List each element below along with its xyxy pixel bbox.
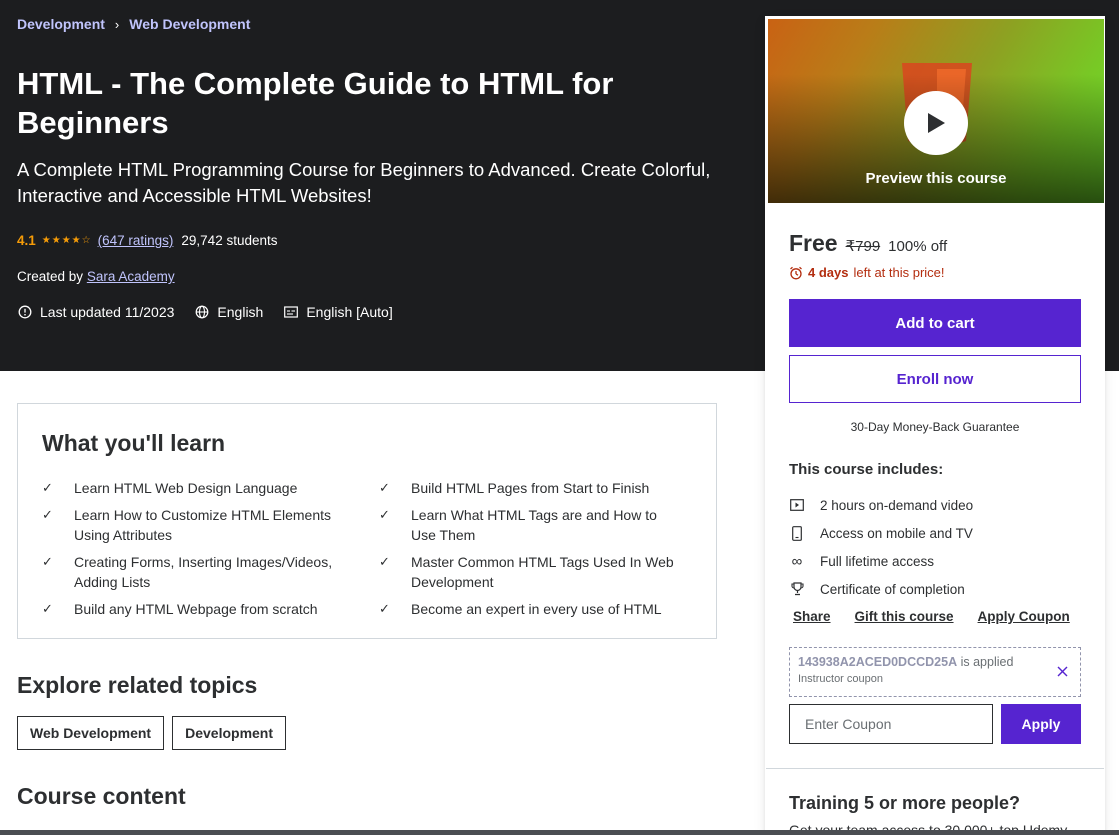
- list-item: Certificate of completion: [789, 575, 973, 603]
- course-preview[interactable]: Preview this course: [768, 19, 1104, 203]
- gift-course-link[interactable]: Gift this course: [855, 609, 954, 624]
- created-by: Created by Sara Academy: [17, 269, 175, 284]
- created-by-label: Created by: [17, 269, 84, 284]
- list-item: ✓ Master Common HTML Tags Used In Web Dev…: [379, 554, 674, 590]
- rating-row: 4.1 ★★★★☆ (647 ratings) 29,742 students: [17, 233, 277, 248]
- list-item: ✓ Become an expert in every use of HTML: [379, 601, 662, 617]
- check-icon: ✓: [379, 507, 390, 522]
- includes-list: 2 hours on-demand video Access on mobile…: [789, 491, 973, 603]
- course-subtitle: A Complete HTML Programming Course for B…: [17, 159, 711, 206]
- check-icon: ✓: [42, 507, 53, 522]
- related-topics-title: Explore related topics: [17, 672, 258, 698]
- course-captions: English [Auto]: [306, 304, 393, 320]
- course-meta: Last updated 11/2023 English English [Au…: [17, 304, 393, 320]
- coupon-code: 143938A2ACED0DCCD25A: [798, 655, 958, 669]
- money-back-guarantee: 30-Day Money-Back Guarantee: [850, 420, 1020, 434]
- preview-label: Preview this course: [865, 170, 1007, 187]
- instructor-link[interactable]: Sara Academy: [87, 269, 175, 284]
- related-topics: Web Development Development: [17, 716, 287, 750]
- alarm-clock-icon: [790, 266, 802, 279]
- applied-coupon: 143938A2ACED0DCCD25A is applied Instruct…: [789, 647, 1081, 697]
- check-icon: ✓: [379, 554, 390, 569]
- bottom-scrollbar[interactable]: [0, 830, 1119, 835]
- breadcrumb: Development › Web Development: [17, 16, 250, 32]
- current-price: Free: [789, 230, 838, 256]
- timer-text: left at this price!: [853, 265, 945, 280]
- course-language: English: [217, 304, 264, 320]
- infinity-icon: ∞: [791, 552, 803, 570]
- alert-clock-icon: [17, 305, 32, 320]
- add-to-cart-button[interactable]: Add to cart: [789, 299, 1081, 347]
- course-content-title: Course content: [17, 783, 186, 809]
- play-icon: [928, 113, 945, 133]
- includes-title: This course includes:: [789, 461, 944, 478]
- list-item: ✓ Creating Forms, Inserting Images/Videos…: [42, 554, 333, 590]
- video-icon: [789, 497, 805, 513]
- check-icon: ✓: [42, 480, 53, 495]
- list-item: ✓ Learn How to Customize HTML Elements Us…: [42, 507, 332, 543]
- check-icon: ✓: [42, 554, 53, 569]
- trophy-icon: [789, 581, 805, 597]
- what-youll-learn: What you'll learn ✓ Learn HTML Web Design…: [17, 403, 717, 639]
- apply-coupon-button[interactable]: Apply: [1001, 704, 1081, 744]
- enroll-now-button[interactable]: Enroll now: [789, 355, 1081, 403]
- check-icon: ✓: [379, 480, 390, 495]
- mobile-icon: [789, 525, 805, 541]
- star-rating-icon: ★★★★☆: [41, 235, 92, 246]
- learn-list: ✓ Learn HTML Web Design Language ✓ Build H…: [42, 478, 692, 619]
- discount-percent: 100% off: [888, 238, 948, 255]
- list-item: ✓ Build any HTML Webpage from scratch: [42, 601, 318, 617]
- share-link[interactable]: Share: [793, 609, 831, 624]
- coupon-type: Instructor coupon: [798, 673, 883, 685]
- coupon-applied-text: is applied: [960, 655, 1014, 669]
- purchase-card: Preview this course Free ₹799 100% off 4…: [765, 16, 1105, 835]
- globe-icon: [194, 305, 209, 320]
- coupon-input[interactable]: [789, 704, 993, 744]
- play-button[interactable]: [904, 91, 968, 155]
- timer-days: 4 days: [808, 265, 849, 280]
- captions-icon: [283, 305, 298, 320]
- breadcrumb-web-development[interactable]: Web Development: [129, 16, 250, 32]
- original-price: ₹799: [845, 238, 881, 255]
- check-icon: ✓: [42, 601, 53, 616]
- chevron-right-icon: ›: [114, 16, 120, 32]
- course-title: HTML - The Complete Guide to HTML for Be…: [17, 66, 614, 140]
- students-count: 29,742 students: [181, 233, 278, 248]
- list-item: 2 hours on-demand video: [789, 491, 973, 519]
- list-item: ∞ Full lifetime access: [789, 547, 973, 575]
- learn-title: What you'll learn: [42, 430, 226, 456]
- list-item: Access on mobile and TV: [789, 519, 973, 547]
- price-timer: 4 days left at this price!: [789, 265, 945, 280]
- list-item: ✓ Learn What HTML Tags are and How to Use…: [379, 507, 657, 543]
- price-row: Free ₹799 100% off: [789, 230, 947, 257]
- breadcrumb-development[interactable]: Development: [17, 16, 105, 32]
- list-item: ✓ Learn HTML Web Design Language: [42, 480, 298, 496]
- topic-web-development[interactable]: Web Development: [17, 716, 165, 750]
- card-links: Share Gift this course Apply Coupon: [793, 609, 1070, 624]
- rating-value: 4.1: [17, 233, 36, 248]
- last-updated: Last updated 11/2023: [40, 304, 175, 320]
- apply-coupon-link[interactable]: Apply Coupon: [978, 609, 1070, 624]
- training-title: Training 5 or more people?: [789, 793, 1021, 813]
- check-icon: ✓: [379, 601, 390, 616]
- remove-coupon-close-icon[interactable]: [1054, 663, 1070, 679]
- divider: [766, 768, 1104, 769]
- topic-development[interactable]: Development: [172, 716, 287, 750]
- list-item: ✓ Build HTML Pages from Start to Finish: [379, 480, 650, 496]
- ratings-count-link[interactable]: (647 ratings): [98, 233, 174, 248]
